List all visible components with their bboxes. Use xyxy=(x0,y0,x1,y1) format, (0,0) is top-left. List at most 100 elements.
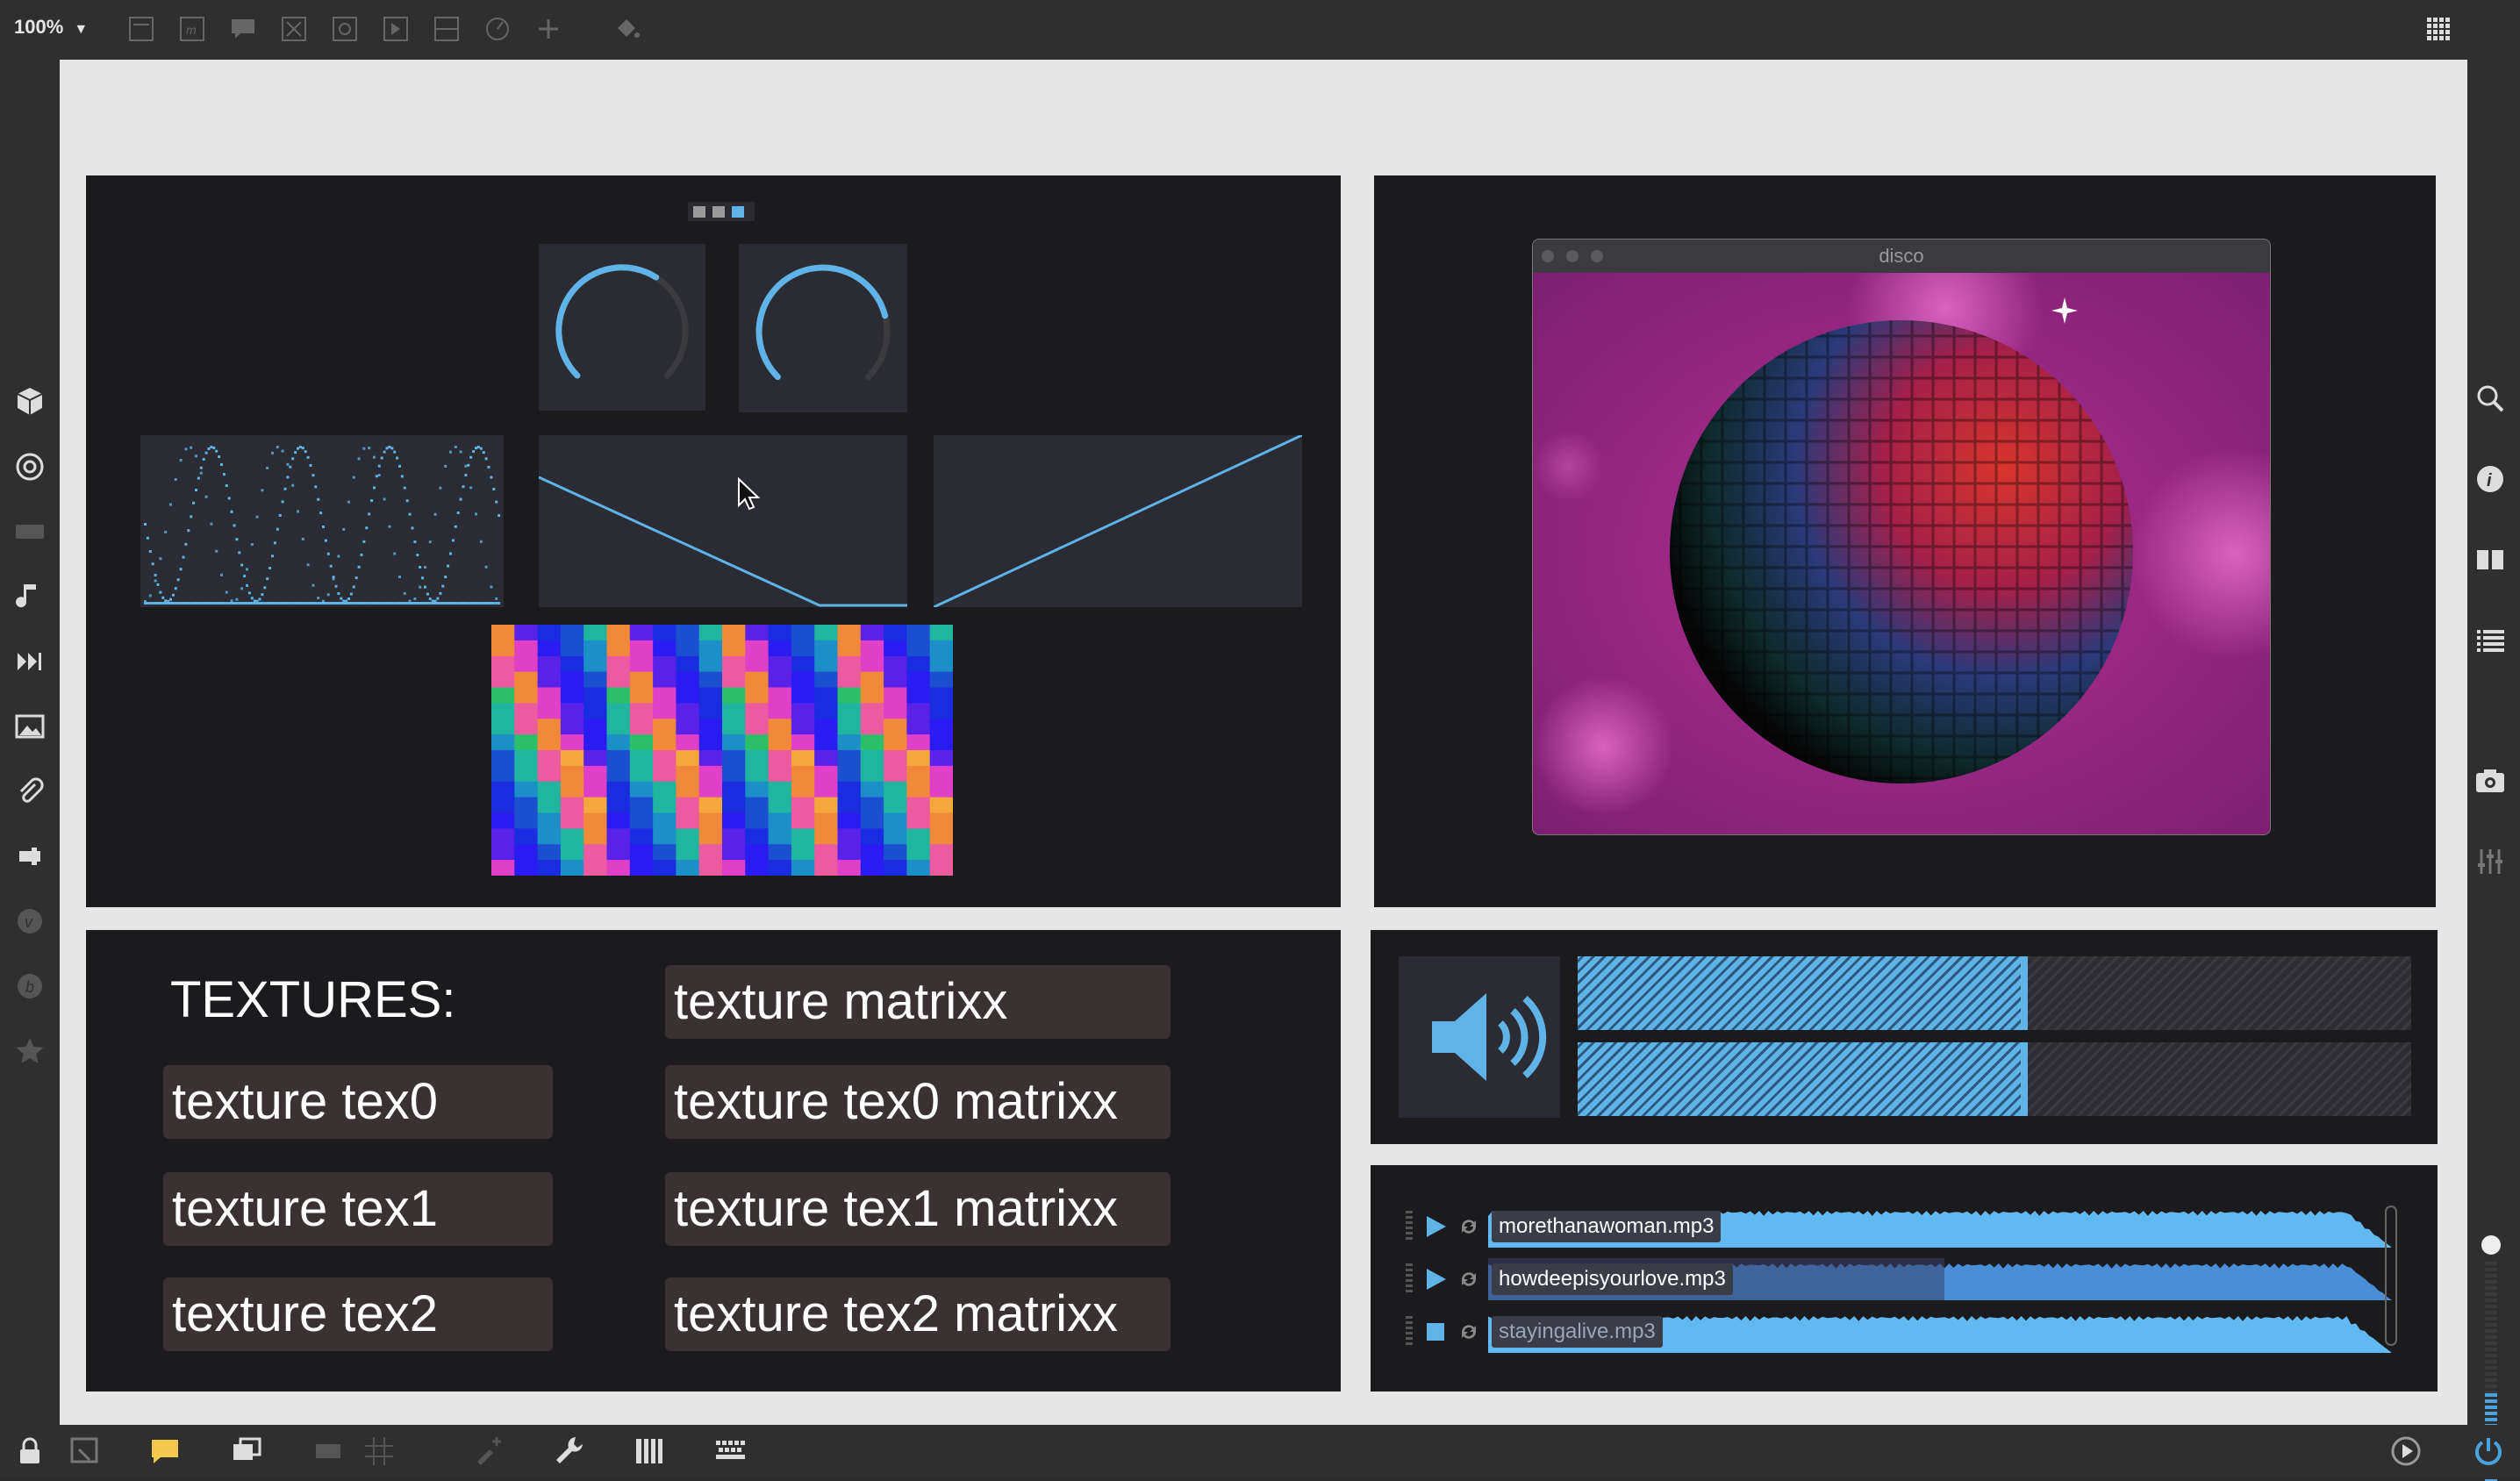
button-texture-tex1-matrixx[interactable]: texture tex1 matrixx xyxy=(665,1172,1171,1246)
tab-selector[interactable] xyxy=(688,202,755,221)
drag-handle-icon[interactable] xyxy=(1406,1316,1413,1348)
zoom-selector[interactable]: 100% ▼ xyxy=(14,16,88,39)
svg-text:m: m xyxy=(186,23,197,37)
chevron-down-icon: ▼ xyxy=(74,22,89,37)
slider-icon[interactable] xyxy=(432,14,462,44)
button-texture-matrixx[interactable]: texture matrixx xyxy=(665,965,1171,1039)
disco-scene xyxy=(1533,273,2270,834)
top-toolbar: 100% ▼ m xyxy=(0,0,2520,60)
media-strip-icon[interactable] xyxy=(12,514,47,549)
info-icon[interactable]: i xyxy=(2473,461,2508,497)
paint-bucket-icon[interactable] xyxy=(612,14,642,44)
step-forward-icon[interactable] xyxy=(12,644,47,679)
function-2-curve xyxy=(933,433,1303,609)
volume-knob[interactable] xyxy=(2481,1235,2501,1255)
track-filename: morethanawoman.mp3 xyxy=(1492,1211,1722,1242)
loop-icon[interactable] xyxy=(1457,1267,1481,1291)
scatter-scope-plot xyxy=(144,446,501,605)
scatter-scope[interactable] xyxy=(140,435,504,607)
dim-icon[interactable] xyxy=(311,1434,346,1469)
dial-2-arc xyxy=(755,264,891,381)
keyboard-icon[interactable] xyxy=(712,1434,748,1469)
wrench-icon[interactable] xyxy=(551,1434,586,1469)
button-icon[interactable] xyxy=(279,14,309,44)
dial-icon[interactable] xyxy=(483,14,512,44)
music-note-icon[interactable] xyxy=(12,579,47,614)
window-titlebar[interactable]: disco xyxy=(1533,240,2270,273)
grid-icon[interactable] xyxy=(362,1434,397,1469)
playlist-track[interactable]: stayingalive.mp3 xyxy=(1393,1309,2409,1355)
playlist-track[interactable]: morethanawoman.mp3 xyxy=(1393,1204,2409,1249)
image-icon[interactable] xyxy=(12,709,47,744)
lock-icon[interactable] xyxy=(12,1434,47,1469)
power-icon[interactable] xyxy=(2471,1434,2506,1469)
loop-icon[interactable] xyxy=(1457,1214,1481,1239)
textures-panel: TEXTURES: texture tex0 texture tex1 text… xyxy=(86,930,1341,1392)
button-texture-tex2[interactable]: texture tex2 xyxy=(163,1277,553,1351)
track-filename: stayingalive.mp3 xyxy=(1492,1316,1663,1348)
speaker-toggle[interactable] xyxy=(1399,956,1560,1118)
package-icon[interactable] xyxy=(12,384,47,419)
grid-menu-icon[interactable] xyxy=(2425,14,2455,44)
audio-output-panel xyxy=(1371,930,2438,1144)
level-meter-right-fill xyxy=(1578,1042,2028,1116)
track-filename: howdeepisyourlove.mp3 xyxy=(1492,1263,1733,1295)
comment-yellow-icon[interactable] xyxy=(147,1434,183,1469)
function-display-2[interactable] xyxy=(933,433,1303,609)
dial-2[interactable] xyxy=(739,244,907,412)
camera-icon[interactable] xyxy=(2473,763,2508,798)
playlist-track[interactable]: howdeepisyourlove.mp3 xyxy=(1393,1256,2409,1302)
loop-icon[interactable] xyxy=(1457,1320,1481,1344)
tab-3[interactable] xyxy=(732,206,744,218)
playlist-scrollbar[interactable] xyxy=(2385,1206,2397,1346)
level-meter-right xyxy=(1578,1042,2411,1116)
drag-handle-icon[interactable] xyxy=(1406,1211,1413,1242)
mixer-sliders-icon[interactable] xyxy=(2473,844,2508,879)
level-meter-left xyxy=(1578,956,2411,1030)
play-circle-icon[interactable] xyxy=(2388,1434,2423,1469)
v-badge-icon[interactable]: v xyxy=(12,904,47,939)
number-icon[interactable] xyxy=(381,14,411,44)
level-meter-left-fill xyxy=(1578,956,2028,1030)
info-italic-icon[interactable]: b xyxy=(12,969,47,1004)
list-icon[interactable] xyxy=(2473,623,2508,658)
textures-heading: TEXTURES: xyxy=(170,971,456,1028)
plus-icon[interactable] xyxy=(533,14,563,44)
play-icon[interactable] xyxy=(1423,1267,1448,1291)
button-texture-tex1[interactable]: texture tex1 xyxy=(163,1172,553,1246)
comment-icon[interactable] xyxy=(228,14,258,44)
bottom-toolbar xyxy=(0,1425,2520,1477)
zoom-label: 100% xyxy=(14,16,64,38)
controls-panel xyxy=(86,175,1341,907)
piano-icon[interactable] xyxy=(632,1434,667,1469)
video-window[interactable]: disco xyxy=(1532,239,2271,835)
button-texture-tex0-matrixx[interactable]: texture tex0 matrixx xyxy=(665,1065,1171,1139)
button-texture-tex2-matrixx[interactable]: texture tex2 matrixx xyxy=(665,1277,1171,1351)
tab-2[interactable] xyxy=(712,206,725,218)
function-display-1[interactable] xyxy=(538,435,907,607)
paperclip-icon[interactable] xyxy=(12,774,47,809)
svg-text:b: b xyxy=(25,978,34,996)
plugin-icon[interactable] xyxy=(12,839,47,874)
toggle-icon[interactable] xyxy=(330,14,360,44)
matrix-texture-view xyxy=(491,625,954,876)
drag-handle-icon[interactable] xyxy=(1406,1263,1413,1295)
presentation-icon[interactable] xyxy=(67,1434,102,1469)
button-texture-tex0[interactable]: texture tex0 xyxy=(163,1065,553,1139)
object-box-icon[interactable] xyxy=(126,14,156,44)
search-icon[interactable] xyxy=(2473,381,2508,416)
play-icon[interactable] xyxy=(1423,1214,1448,1239)
stop-icon[interactable] xyxy=(1423,1320,1448,1344)
left-sidebar: v b xyxy=(0,60,60,1425)
windows-icon[interactable] xyxy=(230,1434,265,1469)
speaker-icon xyxy=(1432,993,1547,1081)
target-icon[interactable] xyxy=(12,449,47,484)
book-icon[interactable] xyxy=(2473,542,2508,577)
function-1-curve xyxy=(538,476,907,607)
viewer-panel: disco xyxy=(1374,175,2436,907)
tab-1[interactable] xyxy=(693,206,705,218)
message-box-icon[interactable]: m xyxy=(177,14,207,44)
dial-1[interactable] xyxy=(539,244,705,411)
star-icon[interactable] xyxy=(12,1034,47,1069)
brush-plus-icon[interactable] xyxy=(470,1434,505,1469)
